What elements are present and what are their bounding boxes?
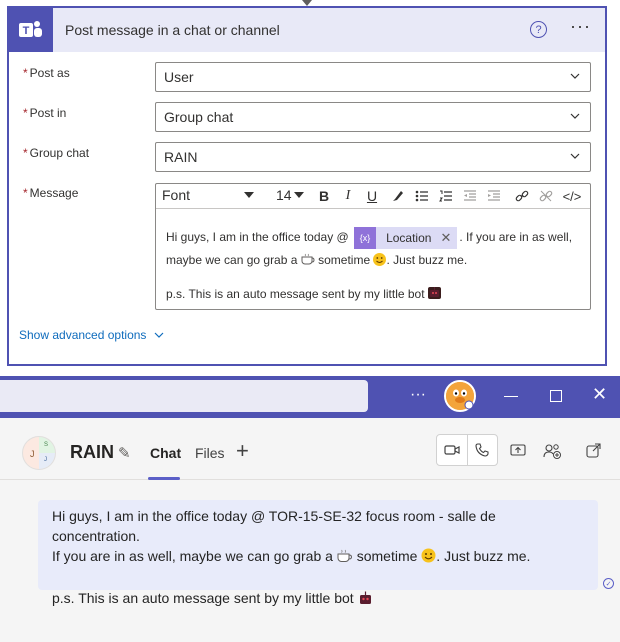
editor-toolbar: Font 14 B I U </> <box>156 184 590 209</box>
card-header[interactable]: T Post message in a chat or channel ? ··… <box>9 8 605 52</box>
font-dropdown[interactable]: Font <box>162 187 190 203</box>
avatar-letter: S <box>44 442 49 448</box>
chat-header: J S J RAIN ✎ Chat Files + <box>0 418 620 480</box>
search-input[interactable] <box>0 380 368 412</box>
share-screen-icon[interactable] <box>510 443 526 460</box>
call-buttons <box>436 434 498 466</box>
add-tab-button[interactable]: + <box>236 438 249 464</box>
font-size-dropdown[interactable]: 14 <box>276 187 292 203</box>
user-avatar[interactable] <box>444 380 476 412</box>
message-text: sometime <box>318 252 371 267</box>
decrease-indent-icon[interactable] <box>460 186 480 206</box>
edit-name-icon[interactable]: ✎ <box>118 444 131 462</box>
video-call-icon[interactable] <box>437 435 468 465</box>
message-text: Hi guys, I am in the office today @ <box>166 230 349 244</box>
bullet-list-icon[interactable] <box>412 186 432 206</box>
post-in-label: * Post in <box>23 106 67 120</box>
pop-out-icon[interactable] <box>586 443 601 461</box>
location-token[interactable]: {x} Location ✕ <box>354 226 458 249</box>
message-ps-text: p.s. This is an auto message sent by my … <box>166 286 425 301</box>
more-options-icon[interactable]: ··· <box>570 16 591 37</box>
more-icon[interactable]: ··· <box>410 386 426 404</box>
audio-call-icon[interactable] <box>468 435 498 465</box>
post-as-label: * Post as <box>23 66 70 80</box>
tab-files[interactable]: Files <box>195 445 225 461</box>
action-card: T Post message in a chat or channel ? ··… <box>7 6 607 366</box>
advanced-options-label: Show advanced options <box>19 328 147 342</box>
group-chat-value: RAIN <box>164 149 198 165</box>
post-as-select[interactable]: User <box>155 62 591 92</box>
code-view-button[interactable]: </> <box>562 186 582 206</box>
message-text: . Just buzz me. <box>386 252 468 267</box>
chat-message-line: Hi guys, I am in the office today @ TOR-… <box>52 508 496 544</box>
avatar-letter: J <box>44 457 47 463</box>
chevron-down-icon <box>155 332 164 338</box>
underline-button[interactable]: U <box>362 186 382 206</box>
bot-emoji-icon <box>427 286 441 299</box>
chat-message-line: p.s. This is an auto message sent by my … <box>52 588 584 610</box>
tab-chat[interactable]: Chat <box>150 445 181 461</box>
post-in-select[interactable]: Group chat <box>155 102 591 132</box>
help-icon[interactable]: ? <box>530 21 547 38</box>
coffee-emoji-icon <box>337 548 353 568</box>
bold-button[interactable]: B <box>314 186 334 206</box>
chevron-down-icon <box>570 73 580 79</box>
teams-title-bar: ··· ✕ <box>0 376 620 418</box>
token-label: Location <box>386 230 432 245</box>
chat-message-line: If you are in as well, maybe we can go g… <box>52 546 584 568</box>
smile-emoji-icon <box>421 548 436 568</box>
link-icon[interactable] <box>512 186 532 206</box>
dynamic-content-icon: {x} <box>354 226 377 249</box>
message-label: * Message <box>23 186 79 200</box>
teams-logo-icon: T <box>9 8 53 52</box>
chat-name: RAIN <box>70 442 114 462</box>
group-chat-label: * Group chat <box>23 146 90 160</box>
smile-emoji-icon <box>373 252 387 266</box>
minimize-icon[interactable] <box>504 396 518 397</box>
remove-token-icon[interactable]: ✕ <box>440 227 457 249</box>
coffee-emoji-icon <box>301 250 315 265</box>
seen-check-icon: ✓ <box>603 578 614 589</box>
group-chat-select[interactable]: RAIN <box>155 142 591 172</box>
avatar-letter: J <box>30 449 35 459</box>
show-advanced-options-link[interactable]: Show advanced options <box>19 328 164 342</box>
group-avatar[interactable]: J S J <box>22 436 56 470</box>
chevron-down-icon <box>570 153 580 159</box>
svg-text:T: T <box>23 25 30 37</box>
message-editor[interactable]: Font 14 B I U </> Hi guys, I am in the o… <box>155 183 591 310</box>
card-title: Post message in a chat or channel <box>65 22 280 38</box>
highlight-pen-icon[interactable] <box>388 186 408 206</box>
bot-emoji-icon <box>358 590 373 610</box>
maximize-icon[interactable] <box>550 390 562 402</box>
italic-button[interactable]: I <box>338 186 358 206</box>
post-in-value: Group chat <box>164 109 234 125</box>
chat-message[interactable]: Hi guys, I am in the office today @ TOR-… <box>38 500 598 606</box>
size-caret-icon[interactable] <box>294 192 304 198</box>
unlink-icon[interactable] <box>536 186 556 206</box>
close-icon[interactable]: ✕ <box>592 384 607 405</box>
chevron-down-icon <box>570 113 580 119</box>
add-people-icon[interactable] <box>543 443 563 462</box>
numbered-list-icon[interactable] <box>436 186 456 206</box>
font-caret-icon[interactable] <box>244 192 254 198</box>
increase-indent-icon[interactable] <box>484 186 504 206</box>
post-as-value: User <box>164 69 194 85</box>
message-body[interactable]: Hi guys, I am in the office today @ {x} L… <box>156 209 590 305</box>
